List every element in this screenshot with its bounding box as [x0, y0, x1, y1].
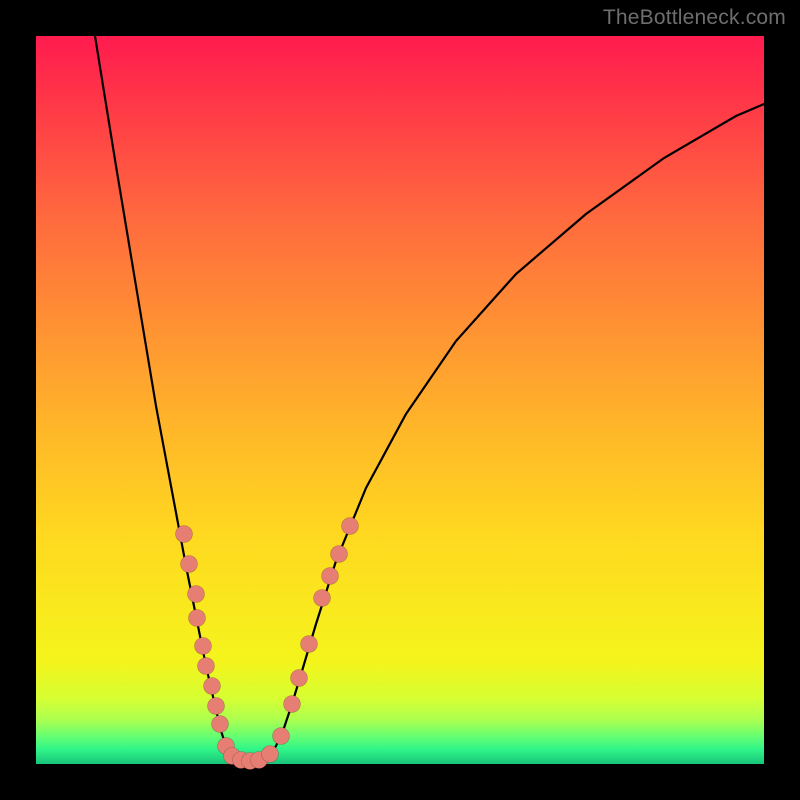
- data-bead: [208, 698, 225, 715]
- data-bead: [189, 610, 206, 627]
- data-bead: [322, 568, 339, 585]
- data-bead: [195, 638, 212, 655]
- data-bead: [273, 728, 290, 745]
- data-bead: [198, 658, 215, 675]
- data-bead: [262, 746, 279, 763]
- outer-frame: TheBottleneck.com: [0, 0, 800, 800]
- watermark-text: TheBottleneck.com: [603, 6, 786, 30]
- data-bead: [181, 556, 198, 573]
- data-bead: [212, 716, 229, 733]
- data-bead: [314, 590, 331, 607]
- data-bead: [188, 586, 205, 603]
- plot-area: [36, 36, 764, 764]
- curve-svg: [36, 36, 764, 764]
- data-bead: [301, 636, 318, 653]
- data-bead: [291, 670, 308, 687]
- data-bead: [176, 526, 193, 543]
- bottleneck-curve: [95, 36, 764, 761]
- bead-group: [176, 518, 359, 770]
- data-bead: [204, 678, 221, 695]
- data-bead: [342, 518, 359, 535]
- data-bead: [284, 696, 301, 713]
- data-bead: [331, 546, 348, 563]
